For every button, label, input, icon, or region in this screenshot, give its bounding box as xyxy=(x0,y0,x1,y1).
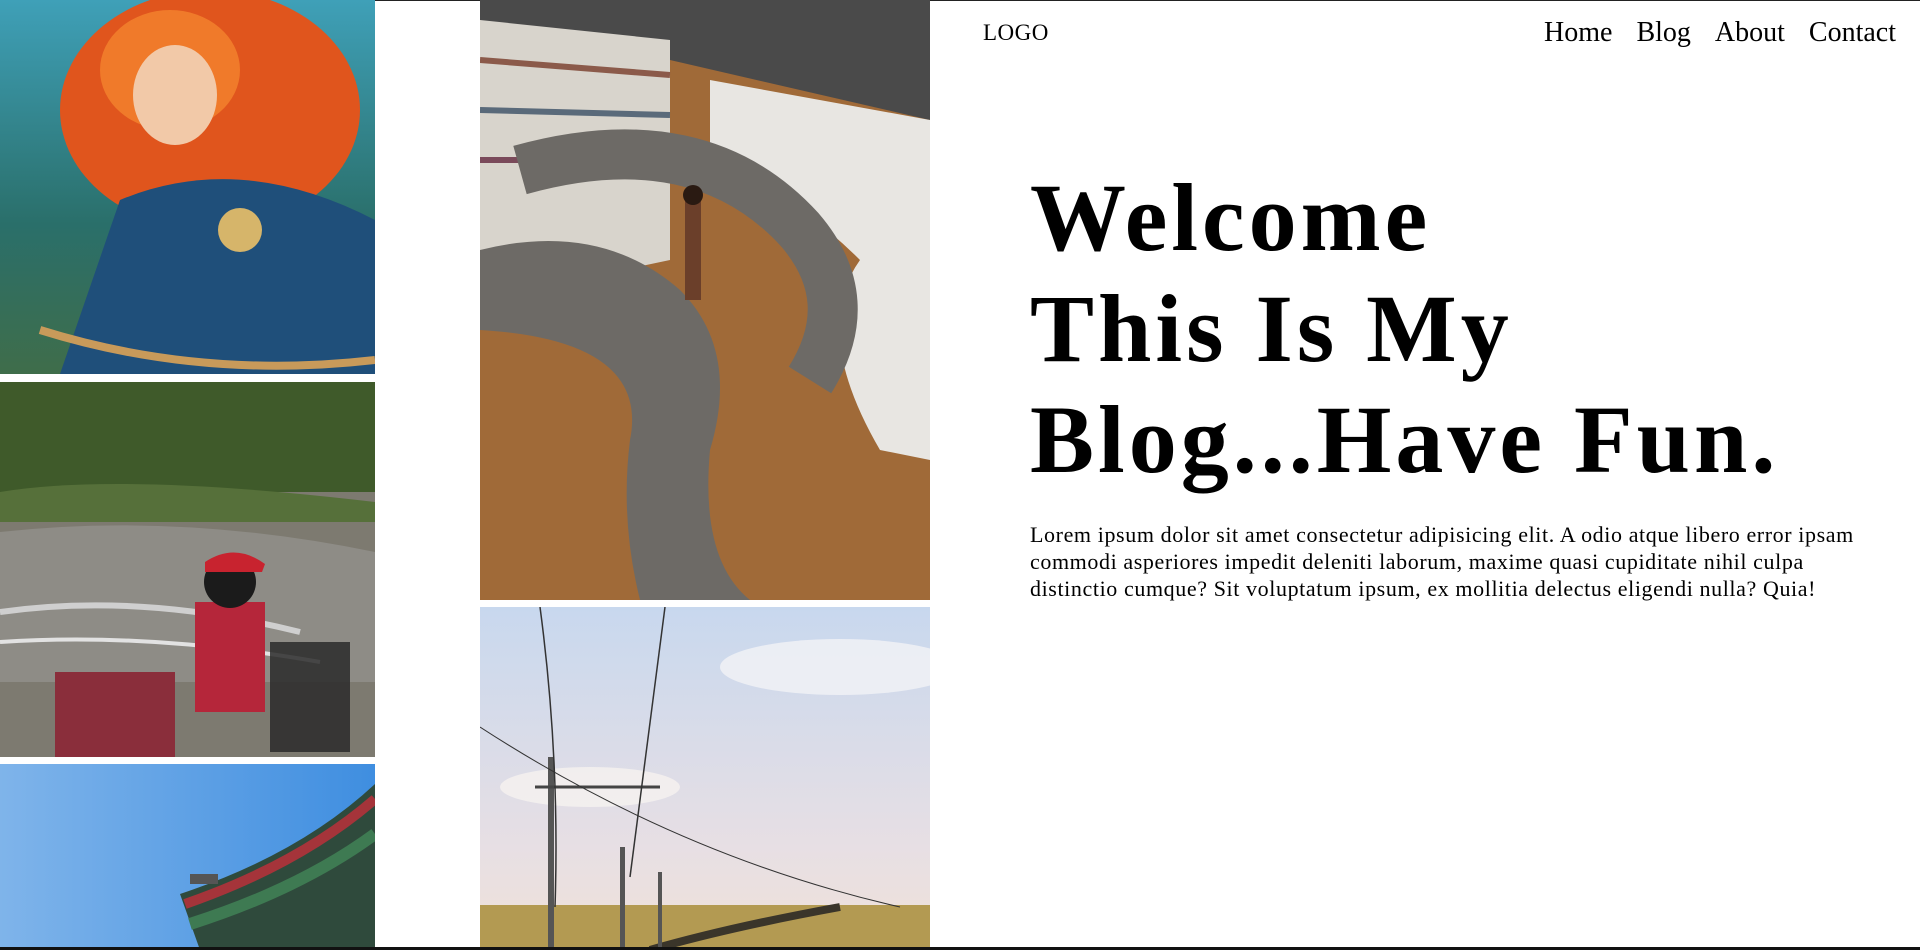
nav-blog[interactable]: Blog xyxy=(1636,17,1690,49)
site-logo[interactable]: LOGO xyxy=(983,20,1049,46)
gallery-image-library xyxy=(480,0,930,600)
hero-section: Welcome This Is My Blog...Have Fun. Lore… xyxy=(1030,162,1890,624)
hero-title-line: Welcome xyxy=(1030,164,1432,271)
temple-roof-photo xyxy=(0,764,375,950)
railway-power-lines-photo xyxy=(480,607,930,950)
nav-home[interactable]: Home xyxy=(1544,17,1612,49)
riverside-woman-photo xyxy=(0,382,375,757)
gallery-image-temple-roof xyxy=(0,764,375,950)
animated-archer-photo xyxy=(0,0,375,374)
hero-title-line: Blog...Have Fun. xyxy=(1030,386,1780,493)
nav-contact[interactable]: Contact xyxy=(1809,17,1896,49)
gallery-image-riverside xyxy=(0,382,375,757)
hero-title: Welcome This Is My Blog...Have Fun. xyxy=(1030,162,1890,495)
hero-title-line: This Is My xyxy=(1030,275,1513,382)
main-nav: Home Blog About Contact xyxy=(1544,17,1896,49)
gallery-image-archer xyxy=(0,0,375,374)
library-shelves-photo xyxy=(480,0,930,600)
nav-about[interactable]: About xyxy=(1715,17,1785,49)
hero-paragraph: Lorem ipsum dolor sit amet consectetur a… xyxy=(1030,522,1854,601)
gallery-image-railway xyxy=(480,607,930,950)
